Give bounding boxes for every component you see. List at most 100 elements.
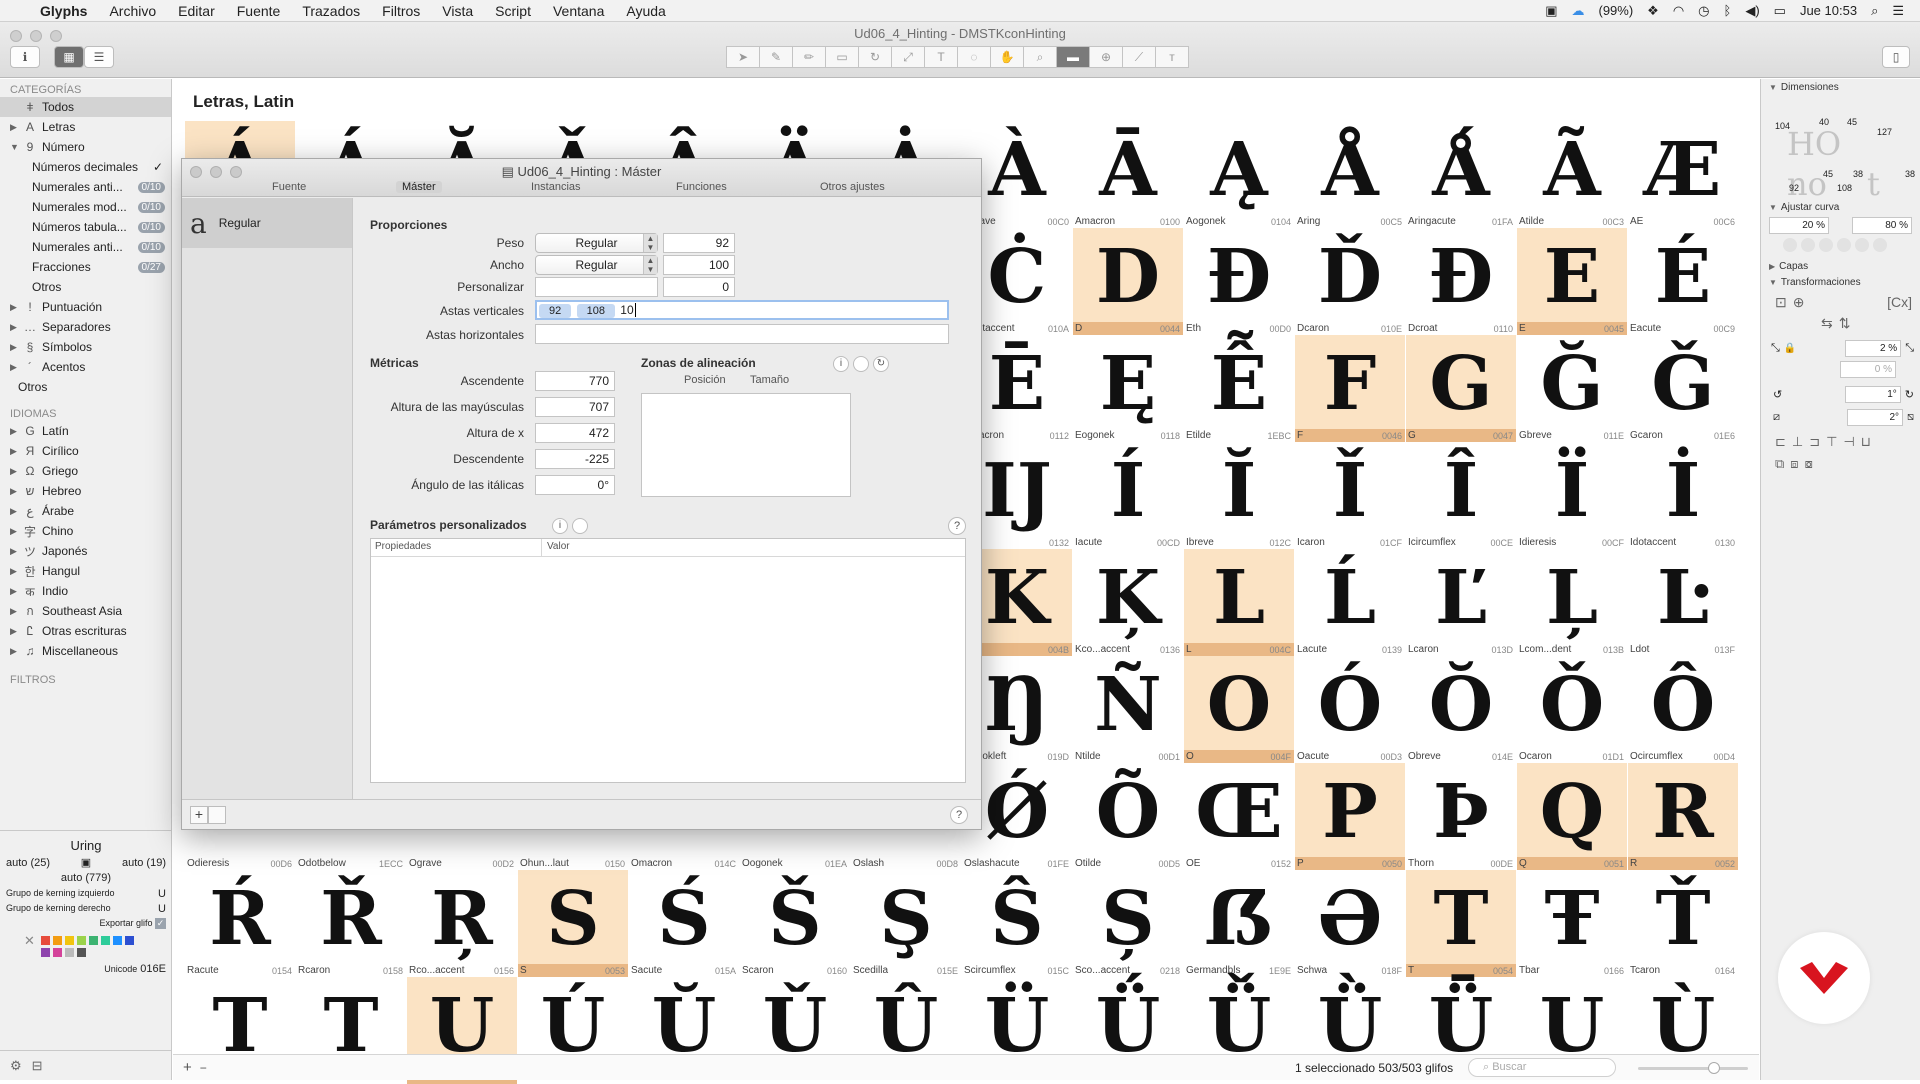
curve-preset-button[interactable] (1873, 238, 1887, 252)
cloud-icon[interactable]: ☁ (1571, 3, 1584, 19)
search-input[interactable]: ⌕ Buscar (1468, 1058, 1616, 1077)
right-sidebearing[interactable]: auto (19) (122, 857, 166, 869)
dimensions-header[interactable]: ▼ Dimensiones (1761, 79, 1920, 95)
align-middle-icon[interactable]: ⊣ (1843, 434, 1854, 450)
glyph-cell[interactable]: R R 0052 (1628, 763, 1738, 870)
color-swatch[interactable] (76, 936, 86, 945)
color-swatch[interactable] (88, 936, 98, 945)
bluetooth-icon[interactable]: ᛒ (1724, 3, 1732, 18)
disclosure-right-icon[interactable]: ▶ (1769, 262, 1775, 271)
custom-name-field[interactable] (535, 277, 658, 297)
subtract-icon[interactable]: ⧈ (1790, 456, 1798, 472)
glyph-cell[interactable]: Ó Oacute 00D3 (1295, 656, 1405, 763)
col-properties-header[interactable]: Propiedades (375, 541, 431, 552)
glyph-cell[interactable]: Ļ Lcom...dent 013B (1517, 549, 1627, 656)
glyph-cell[interactable]: Ď Dcaron 010E (1295, 228, 1405, 335)
rotate-field[interactable]: 1° (1844, 386, 1901, 403)
sidebar-item-acentos[interactable]: ▶ ´ Acentos (0, 357, 171, 377)
adjust-curve-header[interactable]: ▼ Ajustar curva (1761, 199, 1920, 215)
sidebar-toggle-button[interactable]: ▯ (1882, 46, 1910, 68)
glyph-cell[interactable]: S S 0053 (518, 870, 628, 977)
glyph-cell[interactable]: Ę Eogonek 0118 (1073, 335, 1183, 442)
glyph-cell[interactable]: Ô Ocircumflex 00D4 (1628, 656, 1738, 763)
disclosure-right-icon[interactable]: ▶ (10, 546, 22, 557)
glyph-cell[interactable]: ẞ Germandbls 1E9E (1184, 870, 1294, 977)
sidebar-item-indio[interactable]: ▶ क Indio (0, 581, 171, 601)
glyph-cell[interactable]: Ķ Kco...accent 0136 (1073, 549, 1183, 656)
zoom-slider-knob[interactable] (1708, 1062, 1720, 1074)
scale-y-field[interactable]: 0 % (1840, 361, 1896, 378)
width-select[interactable]: Regular ▲ ▼ (535, 255, 658, 275)
menu-filtros[interactable]: Filtros (382, 3, 420, 19)
sidebar-item-southeast-asia[interactable]: ▶ ก Southeast Asia (0, 601, 171, 621)
glyph-cell[interactable]: O O 004F (1184, 656, 1294, 763)
hint-tool-icon[interactable]: ᴛ (1155, 46, 1189, 68)
unicode-value[interactable]: 016E (140, 963, 166, 975)
glyph-cell[interactable]: Å Aring 00C5 (1295, 121, 1405, 228)
hand-tool-icon[interactable]: ✋ (990, 46, 1024, 68)
disclosure-down-icon[interactable]: ▼ (10, 142, 22, 152)
menu-script[interactable]: Script (495, 3, 531, 19)
align-right-icon[interactable]: ⊐ (1809, 434, 1820, 450)
battery-icon[interactable]: ▭ (1774, 3, 1786, 19)
draw-tool-icon[interactable]: ✎ (759, 46, 793, 68)
sidebar-item-puntuacion[interactable]: ▶! Puntuación (0, 297, 171, 317)
screen-icon[interactable]: ▣ (1545, 3, 1557, 19)
glyph-cell[interactable]: Î Icircumflex 00CE (1406, 442, 1516, 549)
tab-master[interactable]: Máster (396, 181, 442, 193)
menu-archivo[interactable]: Archivo (109, 3, 156, 19)
disclosure-right-icon[interactable]: ▶ (10, 342, 22, 353)
slant-field[interactable]: 2° (1847, 409, 1903, 426)
curve-min-field[interactable]: 20 % (1769, 217, 1829, 234)
master-item-regular[interactable]: a Regular (182, 198, 352, 248)
knife-tool-icon[interactable]: ⟋ (1122, 46, 1156, 68)
wifi-icon[interactable]: ◠ (1673, 3, 1684, 19)
glyph-cell[interactable]: Ǻ Aringacute 01FA (1406, 121, 1516, 228)
color-swatch[interactable] (52, 936, 62, 945)
align-center-icon[interactable]: ⊥ (1792, 434, 1803, 450)
sidebar-item-todos[interactable]: ǂ Todos (0, 97, 171, 117)
glyph-cell[interactable]: Ą Aogonek 0104 (1184, 121, 1294, 228)
lock-metrics-icon[interactable]: ▣ (81, 856, 91, 869)
sidebar-item-cirilico[interactable]: ▶ Я Cirílico (0, 441, 171, 461)
glyph-cell[interactable]: Ş Scedilla 015E (851, 870, 961, 977)
sidebar-item-numerales-modernos[interactable]: Numerales mod... 0/10 (0, 197, 171, 217)
disclosure-right-icon[interactable]: ▶ (10, 646, 22, 657)
spotlight-icon[interactable]: ⌕ (1871, 3, 1878, 19)
union-icon[interactable]: ⧉ (1775, 456, 1784, 472)
curve-preset-button[interactable] (1837, 238, 1851, 252)
color-swatch[interactable] (100, 936, 110, 945)
curve-preset-button[interactable] (1801, 238, 1815, 252)
flip-vertical-icon[interactable]: ⇅ (1839, 315, 1851, 332)
rectangle-tool-icon[interactable]: ▭ (825, 46, 859, 68)
vertical-stems-field[interactable]: 92 108 10 (535, 300, 949, 320)
curve-preset-button[interactable] (1855, 238, 1869, 252)
disclosure-right-icon[interactable]: ▶ (10, 526, 22, 537)
scale-down-icon[interactable]: ⤡ (1905, 342, 1914, 355)
dim-value[interactable]: 104 (1775, 121, 1790, 131)
align-bottom-icon[interactable]: ⊔ (1861, 434, 1871, 450)
sidebar-item-fracciones[interactable]: Fracciones 0/27 (0, 257, 171, 277)
descender-field[interactable]: -225 (535, 449, 615, 469)
rotate-ccw-icon[interactable]: ↺ (1773, 388, 1782, 401)
info-button[interactable]: ℹ (10, 46, 40, 68)
rotate-tool-icon[interactable]: ↻ (858, 46, 892, 68)
glyph-cell[interactable]: Š Scaron 0160 (740, 870, 850, 977)
slant-right-icon[interactable]: ⧅ (1907, 411, 1914, 424)
glyph-cell[interactable]: Ǧ Gcaron 01E6 (1628, 335, 1738, 442)
glyph-cell[interactable]: Þ Thorn 00DE (1406, 763, 1516, 870)
add-glyph-button[interactable]: + (183, 1059, 192, 1076)
sidebar-item-arabe[interactable]: ▶ ع Árabe (0, 501, 171, 521)
sidebar-item-letras[interactable]: ▶ A Letras (0, 117, 171, 137)
color-swatch[interactable] (124, 936, 134, 945)
glyph-cell[interactable]: Œ OE 0152 (1184, 763, 1294, 870)
sidebar-item-latin[interactable]: ▶ G Latín (0, 421, 171, 441)
horizontal-stems-field[interactable] (535, 324, 949, 344)
color-swatch[interactable] (76, 948, 86, 957)
glyph-cell[interactable]: L L 004C (1184, 549, 1294, 656)
sidebar-item-hangul[interactable]: ▶ 한 Hangul (0, 561, 171, 581)
ascender-field[interactable]: 770 (535, 371, 615, 391)
origin-icon[interactable]: ⊕ (1793, 294, 1805, 311)
menu-trazados[interactable]: Trazados (302, 3, 360, 19)
metrics-origin-icon[interactable]: [Cx] (1887, 294, 1912, 311)
